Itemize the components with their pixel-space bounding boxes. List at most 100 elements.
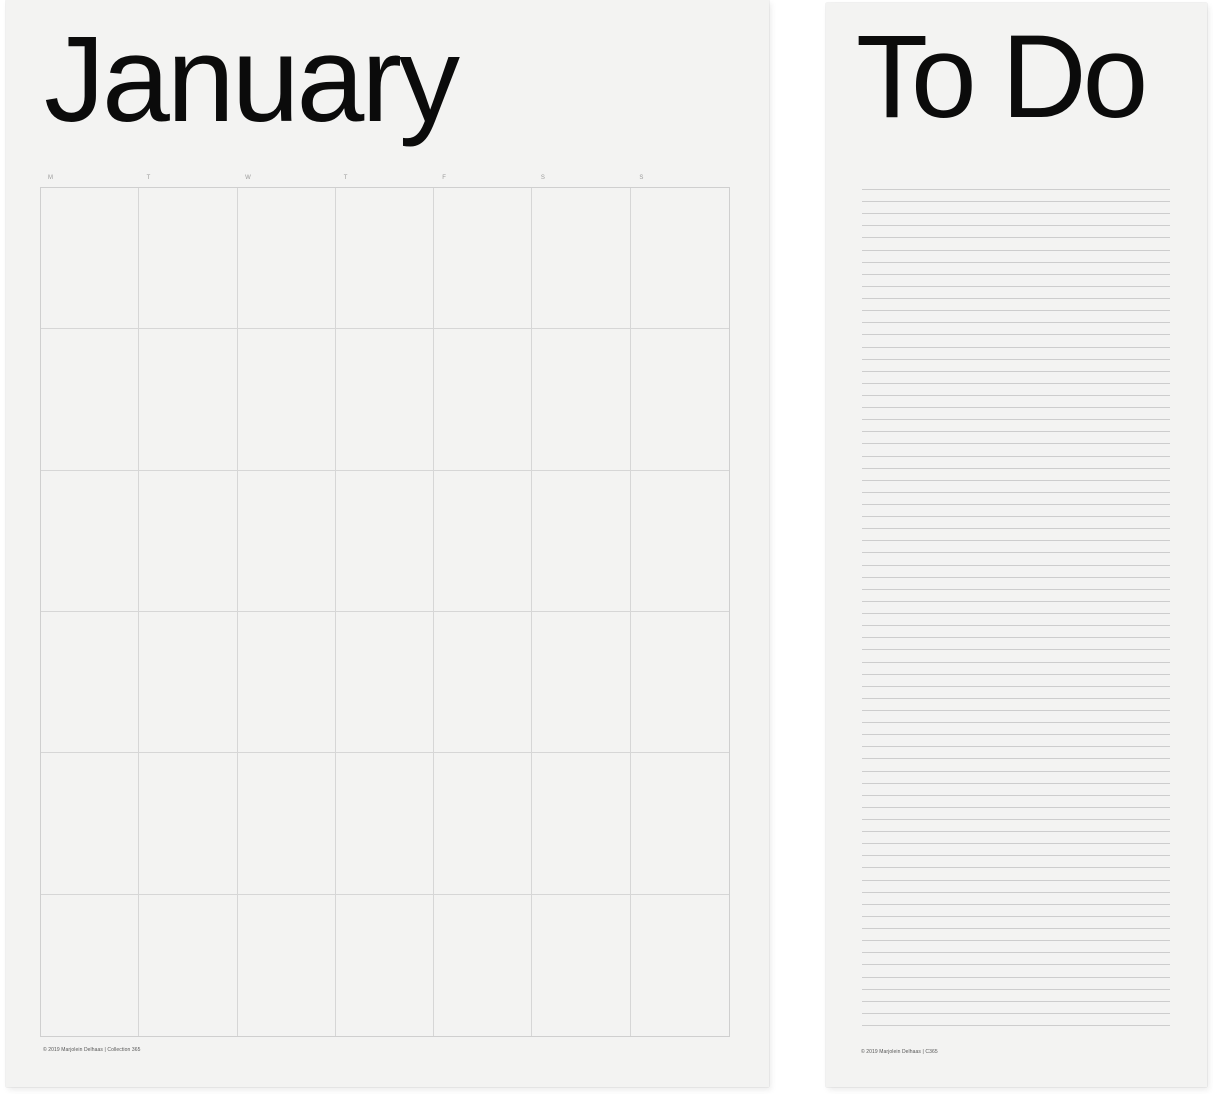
todo-line (862, 783, 1170, 784)
todo-line (862, 468, 1170, 469)
calendar-day-cell (237, 470, 336, 612)
todo-line (862, 262, 1170, 263)
calendar-day-cell (139, 470, 238, 612)
calendar-day-cell (41, 470, 140, 612)
calendar-day-cell (139, 611, 238, 754)
todo-line (862, 831, 1170, 832)
todo-line (862, 540, 1170, 541)
calendar-grid (40, 187, 730, 1037)
weekday-label: W (245, 175, 251, 181)
todo-line (862, 395, 1170, 396)
todo-line (862, 867, 1170, 868)
calendar-day-cell (238, 894, 336, 1036)
todo-line (862, 552, 1170, 553)
calendar-day-cell (335, 611, 435, 754)
todo-line (862, 419, 1170, 420)
todo-line (862, 334, 1170, 335)
todo-line (862, 928, 1170, 929)
todo-line (862, 734, 1170, 735)
calendar-day-cell (139, 753, 238, 895)
todo-line (862, 989, 1170, 990)
todo-line (862, 492, 1170, 493)
todo-line (862, 916, 1170, 917)
weekday-label: S (639, 175, 644, 181)
todo-line (862, 625, 1170, 626)
todo-line (862, 795, 1170, 796)
todo-line (862, 662, 1170, 663)
calendar-day-cell (434, 188, 533, 330)
calendar-day-cell (631, 895, 729, 1036)
todo-line (862, 250, 1170, 251)
calendar-day-cell (237, 753, 336, 895)
weekday-label: T (343, 175, 348, 181)
todo-line (862, 456, 1170, 457)
todo-line (862, 431, 1170, 432)
calendar-day-cell (532, 611, 631, 754)
todo-line (862, 189, 1170, 190)
month-title: January (44, 11, 460, 147)
calendar-day-cell (237, 188, 336, 330)
todo-line (862, 952, 1170, 953)
todo-line (862, 359, 1170, 360)
calendar-day-cell (335, 329, 435, 471)
todo-line (862, 310, 1170, 311)
todo-line (862, 674, 1170, 675)
calendar-day-cell (41, 611, 140, 754)
calendar-day-cell (139, 894, 238, 1036)
calendar-day-cell (139, 329, 238, 471)
calendar-day-cell (532, 470, 631, 612)
todo-line (862, 443, 1170, 444)
weekday-label: S (540, 175, 545, 181)
todo-line (862, 686, 1170, 687)
todo-footer: © 2019 Marjolein Delhaas | C365 (861, 1049, 938, 1055)
todo-line (862, 601, 1170, 602)
calendar-day-cell (630, 753, 729, 895)
todo-line (862, 237, 1170, 238)
calendar-day-cell (41, 188, 140, 330)
todo-line (862, 516, 1170, 517)
todo-line (862, 480, 1170, 481)
calendar-day-cell (41, 329, 140, 471)
todo-line (862, 904, 1170, 905)
calendar-day-cell (41, 894, 140, 1036)
todo-line (862, 722, 1170, 723)
calendar-day-cell (237, 611, 336, 754)
todo-line (862, 298, 1170, 299)
todo-line (862, 322, 1170, 323)
todo-line (862, 528, 1170, 529)
calendar-day-cell (434, 894, 533, 1036)
todo-line (862, 1013, 1170, 1014)
calendar-day-cell (335, 188, 435, 330)
todo-line (862, 286, 1170, 287)
calendar-day-cell (532, 753, 631, 895)
todo-lines (862, 189, 1170, 1026)
weekday-label: M (48, 175, 53, 181)
todo-line (862, 819, 1170, 820)
calendar-day-cell (41, 753, 140, 895)
todo-line (862, 758, 1170, 759)
calendar-day-cell (532, 329, 631, 471)
calendar-day-cell (630, 471, 729, 612)
todo-line (862, 940, 1170, 941)
todo-line (862, 589, 1170, 590)
todo-line (862, 407, 1170, 408)
calendar-day-cell (434, 753, 533, 895)
calendar-day-cell (336, 894, 435, 1036)
todo-line (862, 807, 1170, 808)
calendar-day-cell (335, 753, 435, 895)
todo-line (862, 225, 1170, 226)
calendar-day-cell (434, 470, 533, 612)
todo-line (862, 347, 1170, 348)
calendar-day-cell (434, 329, 533, 471)
calendar-footer: © 2019 Marjolein Delhaas | Collection 36… (43, 1047, 141, 1053)
calendar-sheet: January M T W T F S S © 2019 Marjolein D… (6, 0, 769, 1087)
calendar-day-cell (630, 612, 729, 754)
todo-line (862, 880, 1170, 881)
calendar-day-cell (532, 894, 631, 1036)
todo-line (862, 698, 1170, 699)
calendar-day-cell (630, 188, 729, 330)
todo-line (862, 1025, 1170, 1026)
calendar-day-cell (532, 188, 631, 330)
calendar-day-cell (237, 329, 336, 471)
todo-line (862, 964, 1170, 965)
